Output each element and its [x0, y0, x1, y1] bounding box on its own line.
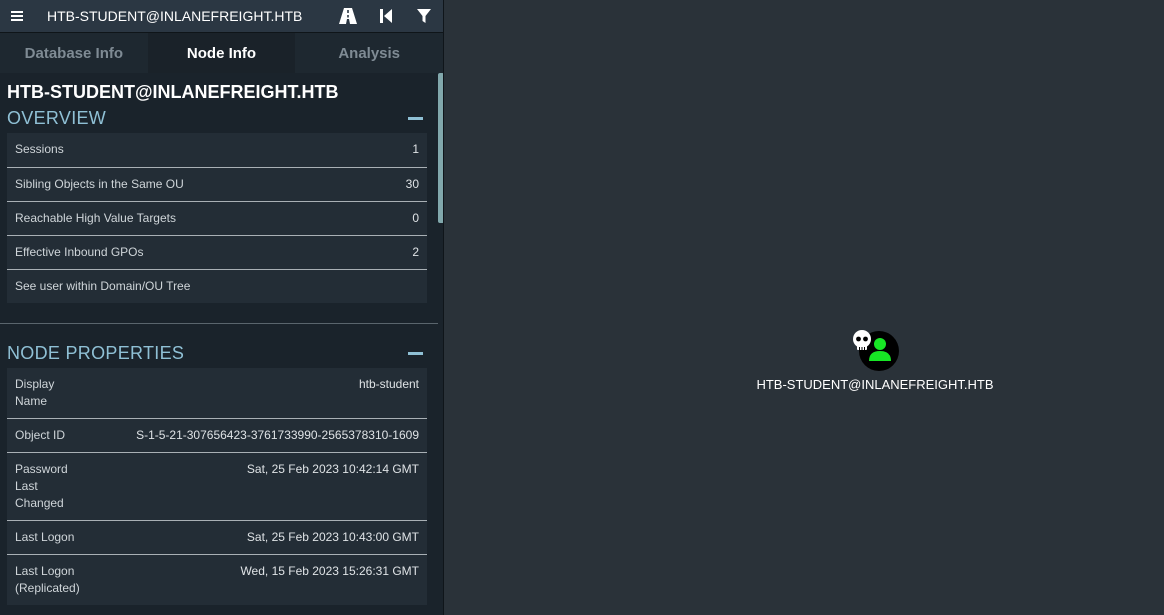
- back-icon[interactable]: [367, 0, 405, 33]
- property-row-object-id: Object ID S-1-5-21-307656423-3761733990-…: [7, 418, 427, 453]
- property-value: Sat, 25 Feb 2023 10:43:00 GMT: [79, 520, 427, 555]
- overview-row-sibling-objects[interactable]: Sibling Objects in the Same OU 30: [7, 167, 427, 202]
- section-divider: [0, 323, 438, 324]
- row-value: 2: [383, 235, 427, 270]
- property-label: Password Last Changed: [7, 452, 80, 521]
- filter-icon[interactable]: [405, 0, 443, 33]
- node-search-input[interactable]: HTB-STUDENT@INLANEFREIGHT.HTB: [33, 8, 329, 24]
- node-properties-heading: NODE PROPERTIES: [7, 342, 185, 363]
- row-label: Reachable High Value Targets: [7, 201, 384, 236]
- property-label: Last Logon (Replicated): [7, 554, 80, 605]
- tab-node-info[interactable]: Node Info: [147, 33, 296, 73]
- row-value: 1: [383, 133, 427, 168]
- tab-database-info[interactable]: Database Info: [0, 33, 148, 73]
- overview-table: Sessions 1 Sibling Objects in the Same O…: [7, 133, 427, 303]
- overview-row-domain-tree[interactable]: See user within Domain/OU Tree: [7, 269, 427, 303]
- row-value: [383, 269, 427, 303]
- node-info-panel: HTB-STUDENT@INLANEFREIGHT.HTB OVERVIEW S…: [0, 73, 438, 615]
- property-value: S-1-5-21-307656423-3761733990-2565378310…: [79, 418, 427, 453]
- property-value: htb-student: [79, 368, 427, 419]
- property-row-password-last-changed: Password Last Changed Sat, 25 Feb 2023 1…: [7, 452, 427, 521]
- row-value: 30: [383, 167, 427, 202]
- overview-header: OVERVIEW: [0, 103, 438, 133]
- overview-heading: OVERVIEW: [7, 107, 107, 128]
- node-title: HTB-STUDENT@INLANEFREIGHT.HTB: [7, 82, 339, 102]
- overview-row-high-value-targets[interactable]: Reachable High Value Targets 0: [7, 201, 427, 236]
- overview-row-sessions[interactable]: Sessions 1: [7, 133, 427, 168]
- row-label: Effective Inbound GPOs: [7, 235, 384, 270]
- collapse-overview-icon[interactable]: [407, 110, 423, 126]
- pathfinding-icon[interactable]: [329, 0, 367, 33]
- property-row-last-logon-replicated: Last Logon (Replicated) Wed, 15 Feb 2023…: [7, 554, 427, 605]
- collapse-properties-icon[interactable]: [407, 345, 423, 361]
- search-bar: HTB-STUDENT@INLANEFREIGHT.HTB: [0, 0, 443, 33]
- row-label: Sessions: [7, 133, 384, 168]
- row-value: 0: [383, 201, 427, 236]
- node-label: HTB-STUDENT@INLANEFREIGHT.HTB: [756, 377, 994, 392]
- property-label: Object ID: [7, 418, 80, 453]
- scrollbar-thumb[interactable]: [438, 73, 443, 223]
- sidebar: HTB-STUDENT@INLANEFREIGHT.HTB Database I…: [0, 0, 444, 615]
- sidebar-tabs: Database Info Node Info Analysis: [0, 33, 443, 73]
- property-value: Sat, 25 Feb 2023 10:42:14 GMT: [79, 452, 427, 521]
- tab-analysis[interactable]: Analysis: [295, 33, 443, 73]
- menu-icon[interactable]: [0, 0, 33, 33]
- node-properties-header: NODE PROPERTIES: [0, 338, 438, 368]
- user-node[interactable]: [850, 330, 900, 372]
- overview-row-inbound-gpos[interactable]: Effective Inbound GPOs 2: [7, 235, 427, 270]
- property-row-last-logon: Last Logon Sat, 25 Feb 2023 10:43:00 GMT: [7, 520, 427, 555]
- property-label: Last Logon: [7, 520, 80, 555]
- row-label: See user within Domain/OU Tree: [7, 269, 384, 303]
- row-label: Sibling Objects in the Same OU: [7, 167, 384, 202]
- bloodhound-app: HTB-STUDENT@INLANEFREIGHT.HTB Database I…: [0, 0, 1164, 615]
- node-properties-table: Display Name htb-student Object ID S-1-5…: [7, 368, 427, 605]
- property-value: Wed, 15 Feb 2023 15:26:31 GMT: [79, 554, 427, 605]
- property-label: Display Name: [7, 368, 80, 419]
- panel-scrollbar[interactable]: [438, 73, 443, 615]
- property-row-display-name: Display Name htb-student: [7, 368, 427, 419]
- graph-canvas[interactable]: HTB-STUDENT@INLANEFREIGHT.HTB: [445, 0, 1164, 615]
